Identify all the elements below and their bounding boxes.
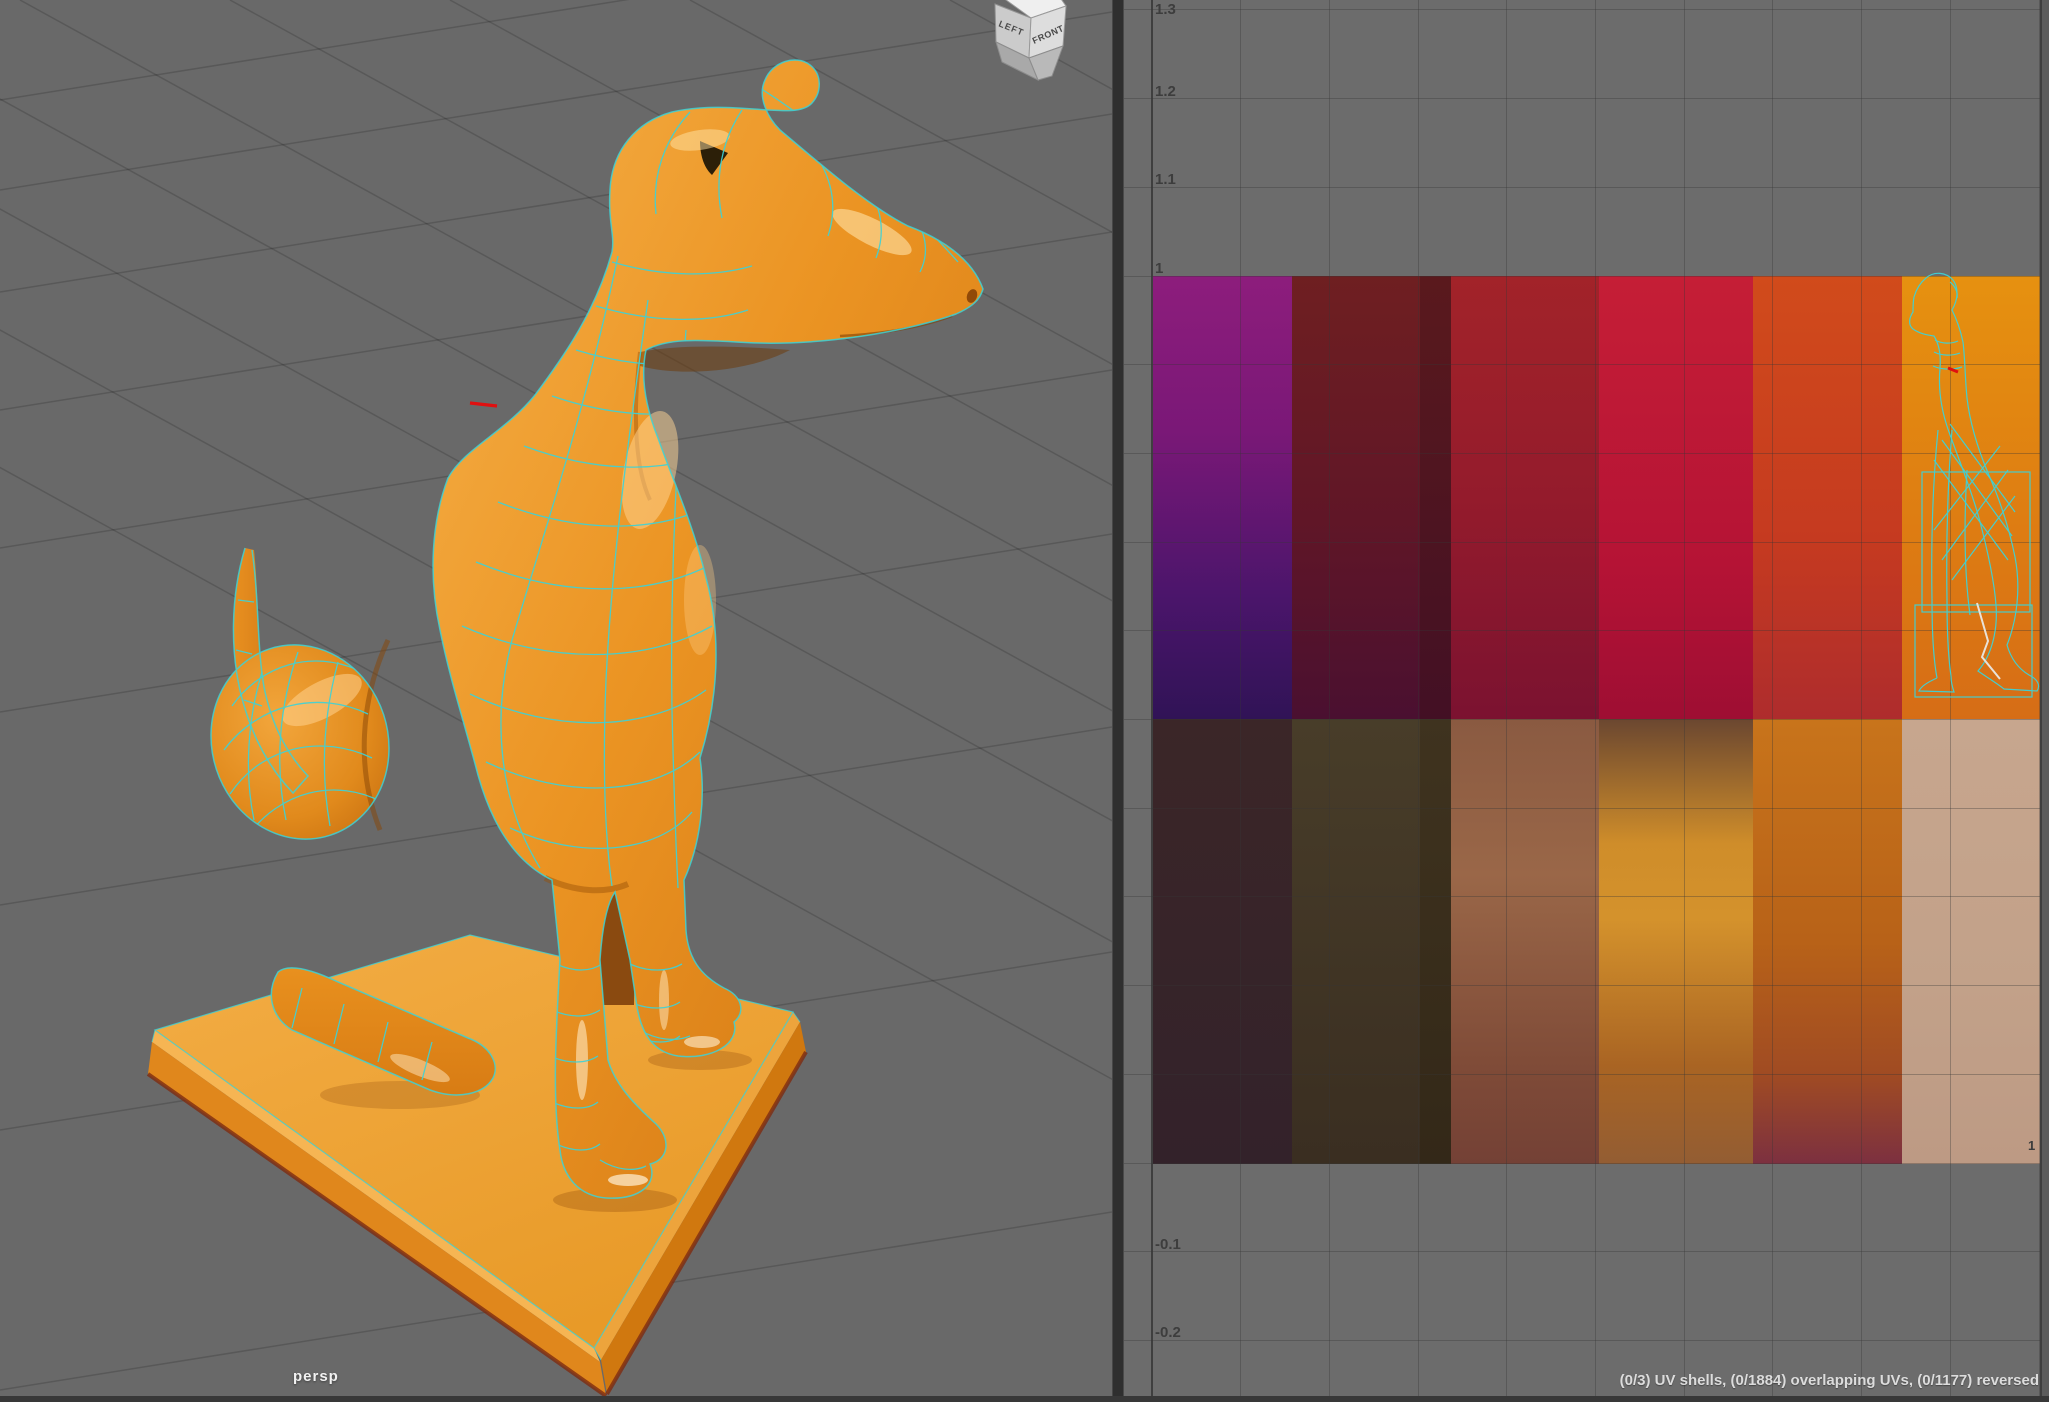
perspective-viewport[interactable]: LEFT FRONT persp bbox=[0, 0, 1112, 1396]
uv-texture-swatch[interactable] bbox=[1292, 276, 1420, 720]
uv-texture[interactable] bbox=[1152, 276, 2040, 1163]
uv-texture-swatch[interactable] bbox=[1152, 276, 1293, 720]
uv-gridline-horizontal bbox=[1122, 98, 2049, 99]
uv-axis-label: 1 bbox=[1155, 260, 1163, 277]
uv-axis-label: -0.2 bbox=[1155, 1324, 1181, 1341]
uv-gridline-horizontal bbox=[1122, 1251, 2049, 1252]
uv-axis-label: 1.3 bbox=[1155, 1, 1176, 18]
uv-axis-label: 1.2 bbox=[1155, 83, 1176, 100]
uv-gridline-horizontal bbox=[1122, 187, 2049, 188]
uv-texture-swatch[interactable] bbox=[1902, 719, 2040, 1164]
uv-texture-swatch[interactable] bbox=[1599, 719, 1754, 1164]
uv-texture-swatch[interactable] bbox=[1753, 719, 1903, 1164]
uv-gridline-horizontal bbox=[1122, 1340, 2049, 1341]
maya-window: LEFT FRONT persp bbox=[0, 0, 2049, 1402]
uv-axis-label: -0.1 bbox=[1155, 1236, 1181, 1253]
uv-texture-swatch[interactable] bbox=[1292, 719, 1420, 1164]
uv-texture-swatch[interactable] bbox=[1451, 276, 1599, 720]
panel-divider[interactable] bbox=[1112, 0, 1124, 1396]
uv-texture-swatch[interactable] bbox=[1753, 276, 1903, 720]
uv-texture-swatch[interactable] bbox=[1599, 276, 1754, 720]
uv-axis-label: 1.1 bbox=[1155, 171, 1176, 188]
uv-u-axis-red bbox=[1152, 1162, 1612, 1164]
uv-tile-border-left bbox=[1151, 276, 1153, 719]
uv-v-axis-green bbox=[1151, 719, 1153, 1163]
uv-texture-swatch[interactable] bbox=[1451, 719, 1599, 1164]
uv-corner-label: 1 bbox=[2028, 1138, 2035, 1153]
uv-status-text: (0/3) UV shells, (0/1884) overlapping UV… bbox=[1620, 1372, 2039, 1389]
uv-right-margin bbox=[2042, 0, 2049, 1396]
uv-texture-swatch[interactable] bbox=[1902, 276, 2040, 720]
uv-texture-swatch[interactable] bbox=[1152, 719, 1293, 1164]
camera-name-label: persp bbox=[293, 1368, 339, 1385]
uv-gridline-horizontal bbox=[1122, 9, 2049, 10]
viewport-scene: LEFT FRONT bbox=[0, 0, 1112, 1396]
uv-texture-swatch[interactable] bbox=[1420, 719, 1452, 1164]
uv-u-axis-indigo bbox=[1612, 1162, 2040, 1164]
window-bottom-strip bbox=[0, 1396, 2049, 1402]
uv-texture-swatch[interactable] bbox=[1420, 276, 1452, 720]
uv-panel[interactable]: 1.3 1.2 1.1 1 -0.1 -0.2 1 (0/3) UV shells, (0… bbox=[1122, 0, 2049, 1396]
